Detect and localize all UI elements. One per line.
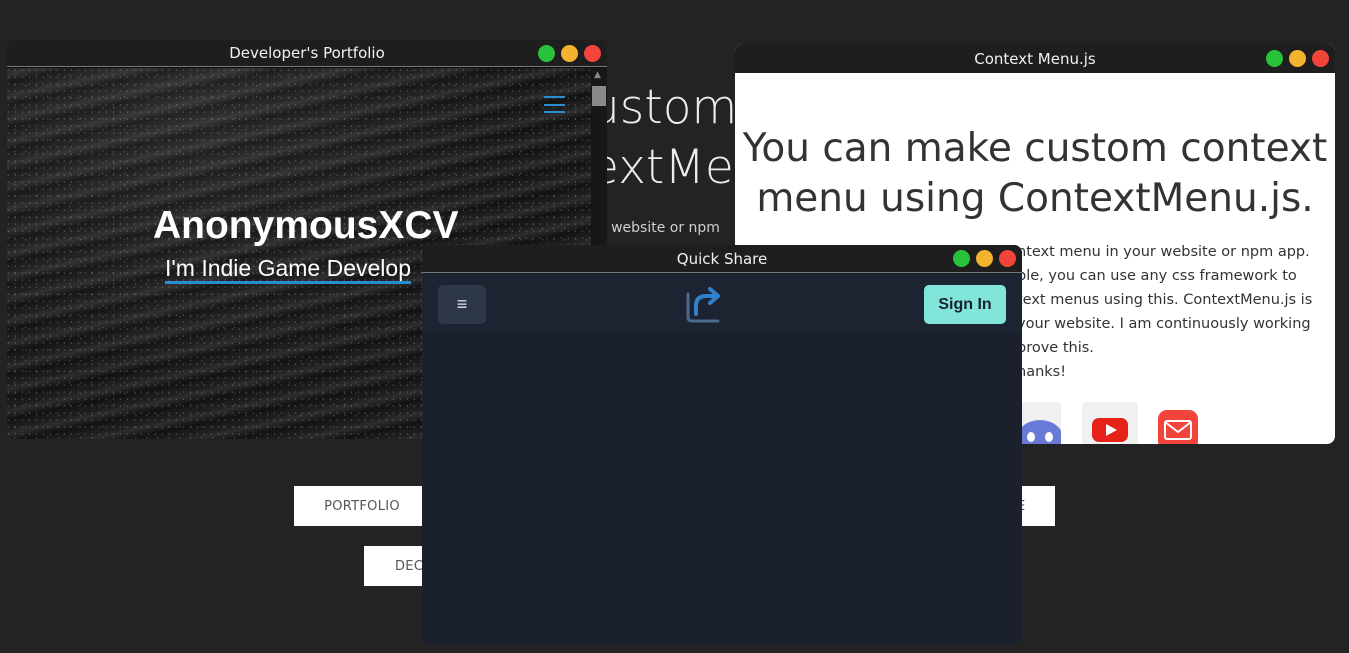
quickshare-navbar: ≡ Sign In	[422, 274, 1022, 332]
portfolio-titlebar[interactable]: Developer's Portfolio	[7, 40, 607, 67]
body-line: text menus using this. ContextMenu.js is	[1017, 292, 1313, 308]
youtube-icon[interactable]	[1082, 402, 1138, 444]
background-heading-line1: ustom	[590, 80, 738, 135]
mail-icon[interactable]	[1150, 402, 1206, 444]
context-body: ntext menu in your website or npm app. p…	[1017, 240, 1327, 384]
window-controls	[1266, 50, 1329, 67]
body-line: prove this.	[1017, 340, 1094, 356]
minimize-button[interactable]	[976, 250, 993, 267]
body-line: your website. I am continuously working	[1017, 316, 1311, 332]
minimize-button[interactable]	[1289, 50, 1306, 67]
scroll-up-arrow-icon[interactable]: ▲	[594, 70, 601, 80]
close-button[interactable]	[999, 250, 1016, 267]
window-controls	[538, 45, 601, 62]
body-line: ntext menu in your website or npm app.	[1017, 244, 1310, 260]
share-logo-icon[interactable]	[684, 284, 724, 324]
context-heading: You can make custom context menu using C…	[742, 126, 1328, 221]
body-line: ple, you can use any css framework to	[1017, 268, 1297, 284]
quickshare-window: Quick Share ≡ Sign In	[422, 245, 1022, 645]
portfolio-name: AnonymousXCV	[153, 204, 459, 247]
sign-in-button[interactable]: Sign In	[924, 285, 1006, 324]
context-titlebar[interactable]: Context Menu.js	[735, 44, 1335, 73]
portfolio-button[interactable]: PORTFOLIO	[294, 486, 430, 526]
context-window-title: Context Menu.js	[974, 49, 1096, 68]
minimize-button[interactable]	[561, 45, 578, 62]
quickshare-window-title: Quick Share	[676, 249, 768, 268]
window-controls	[953, 250, 1016, 267]
portfolio-window-title: Developer's Portfolio	[229, 44, 385, 62]
portfolio-tagline: I'm Indie Game Develop	[165, 256, 412, 284]
body-line: hanks!	[1017, 364, 1067, 380]
background-heading: ustom extMe	[590, 78, 737, 198]
scroll-thumb[interactable]	[592, 86, 606, 106]
hamburger-menu-icon[interactable]	[544, 96, 565, 113]
menu-button[interactable]: ≡	[438, 285, 486, 324]
dec-button[interactable]: DEC	[364, 546, 430, 586]
close-button[interactable]	[584, 45, 601, 62]
quickshare-titlebar[interactable]: Quick Share	[422, 245, 1022, 273]
maximize-button[interactable]	[953, 250, 970, 267]
background-subtext: ur website or npm	[592, 220, 720, 236]
maximize-button[interactable]	[1266, 50, 1283, 67]
background-heading-line2: extMe	[590, 140, 734, 195]
close-button[interactable]	[1312, 50, 1329, 67]
maximize-button[interactable]	[538, 45, 555, 62]
